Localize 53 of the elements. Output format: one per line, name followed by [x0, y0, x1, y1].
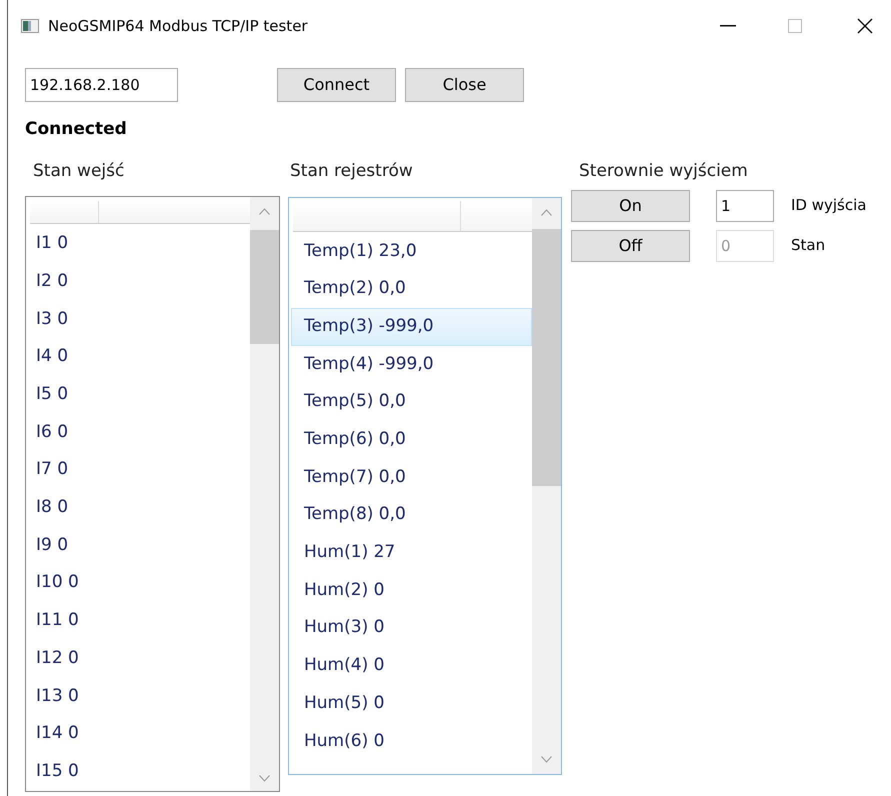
list-item[interactable]: I14 0: [36, 721, 79, 747]
list-item[interactable]: I1 0: [36, 231, 68, 257]
field-label: Stan: [791, 235, 826, 256]
list-item[interactable]: I13 0: [36, 684, 79, 710]
list-row[interactable]: Hum(2) 0: [291, 572, 532, 610]
list-item[interactable]: I5 0: [36, 382, 68, 408]
scrollbar[interactable]: [532, 198, 561, 774]
list-row[interactable]: Temp(3) -999,0: [291, 308, 532, 346]
list-row[interactable]: Hum(5) 0: [291, 684, 532, 722]
scrollbar[interactable]: [250, 196, 279, 790]
address-field[interactable]: 192.168.2.180: [25, 68, 178, 102]
list-item[interactable]: I3 0: [36, 306, 68, 332]
list-item[interactable]: I15 0: [36, 758, 79, 784]
list-row[interactable]: Temp(4) -999,0: [291, 346, 532, 384]
list-item[interactable]: I9 0: [36, 532, 68, 558]
list-item[interactable]: I11 0: [36, 608, 79, 634]
window-title: NeoGSMIP64 Modbus TCP/IP tester: [48, 16, 308, 37]
list-item[interactable]: I12 0: [36, 646, 79, 672]
list-row[interactable]: Temp(5) 0,0: [291, 383, 532, 421]
scroll-up-icon[interactable]: [541, 208, 552, 216]
section-heading: Stan rejestrów: [290, 160, 414, 182]
input-field[interactable]: 1: [716, 190, 774, 222]
output-button[interactable]: On: [571, 190, 690, 222]
scroll-down-icon[interactable]: [259, 774, 270, 782]
list-row[interactable]: Temp(1) 23,0: [291, 232, 532, 270]
scroll-down-icon[interactable]: [541, 756, 552, 762]
app-icon: [21, 19, 39, 33]
toolbar-button[interactable]: Connect: [277, 68, 396, 102]
minimize-icon[interactable]: [720, 25, 736, 27]
list-row[interactable]: Hum(1) 27: [291, 534, 532, 572]
list-item[interactable]: I8 0: [36, 495, 68, 521]
list-row[interactable]: Temp(6) 0,0: [291, 420, 532, 459]
list-item[interactable]: I2 0: [36, 268, 68, 294]
scroll-up-icon[interactable]: [259, 208, 270, 214]
list-item[interactable]: I4 0: [36, 344, 68, 370]
section-heading: Sterownie wyjściem: [579, 160, 749, 182]
connection-status: Connected: [25, 118, 128, 141]
list-row[interactable]: Hum(4) 0: [291, 647, 532, 685]
scroll-thumb[interactable]: [532, 228, 561, 486]
list-row[interactable]: Temp(7) 0,0: [291, 458, 532, 496]
list-row[interactable]: Hum(3) 0: [291, 609, 532, 648]
scroll-thumb[interactable]: [250, 230, 279, 344]
list-item[interactable]: I10 0: [36, 570, 79, 596]
list-row[interactable]: Temp(2) 0,0: [291, 270, 532, 308]
maximize-icon[interactable]: [788, 19, 802, 33]
field-label: ID wyjścia: [791, 195, 866, 216]
close-icon[interactable]: [857, 18, 873, 34]
list-item[interactable]: I7 0: [36, 457, 68, 483]
toolbar-button[interactable]: Close: [405, 68, 524, 102]
list-item[interactable]: I6 0: [36, 420, 68, 446]
list-row[interactable]: Temp(8) 0,0: [291, 496, 532, 534]
list-row[interactable]: Hum(6) 0: [291, 722, 532, 760]
section-heading: Stan wejść: [33, 160, 126, 182]
